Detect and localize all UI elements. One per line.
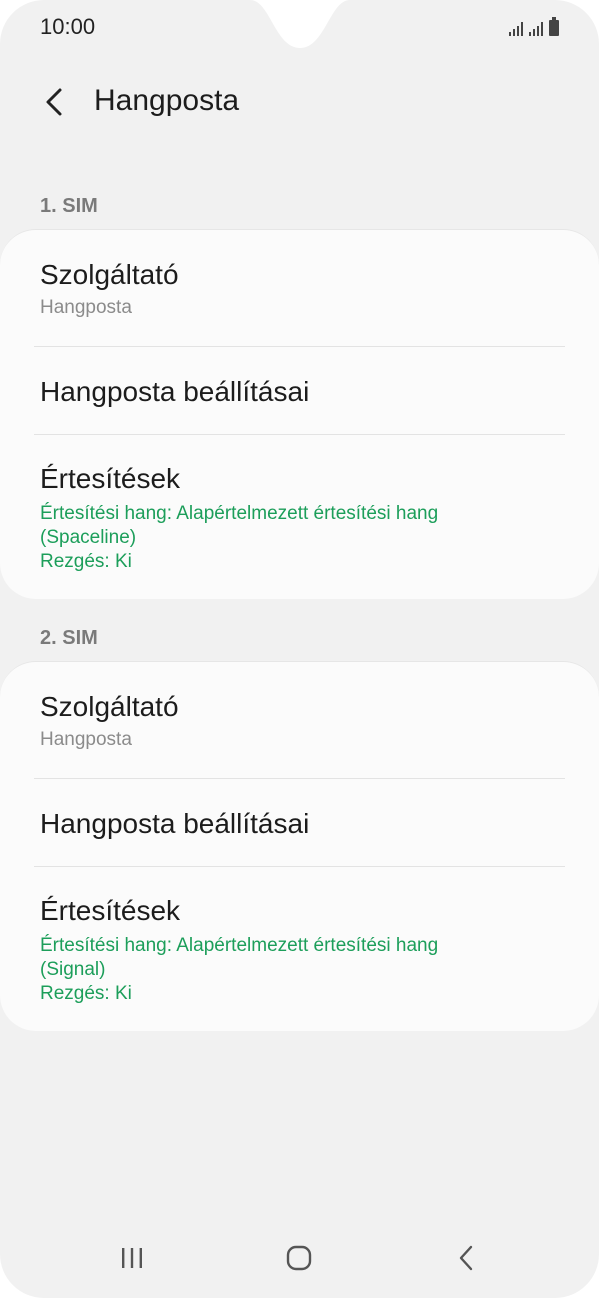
status-icons xyxy=(509,17,559,36)
sim2-provider-item[interactable]: Szolgáltató Hangposta xyxy=(0,662,599,778)
sim1-notification-sound-name: (Spaceline) xyxy=(40,527,137,548)
phone-screen: 10:00 Hangposta 1. SIM Szolgáltató Hangp… xyxy=(0,0,599,1298)
navigation-bar xyxy=(0,1220,599,1298)
sim1-notifications-item[interactable]: Értesítések Értesítési hang: Alapértelme… xyxy=(0,435,599,574)
sim2-notification-sound-name: (Signal) xyxy=(40,959,106,980)
sim2-notification-sound: Értesítési hang: Alapértelmezett értesít… xyxy=(40,935,439,956)
back-button[interactable] xyxy=(36,82,72,122)
sim2-notifications-item[interactable]: Értesítések Értesítési hang: Alapértelme… xyxy=(0,867,599,1006)
chevron-left-icon xyxy=(46,88,62,116)
sim1-card: Szolgáltató Hangposta Hangposta beállítá… xyxy=(0,229,599,599)
sim2-voicemail-settings-item[interactable]: Hangposta beállításai xyxy=(0,779,599,866)
status-time: 10:00 xyxy=(40,14,96,39)
status-bar: 10:00 xyxy=(0,0,599,56)
sim2-card: Szolgáltató Hangposta Hangposta beállítá… xyxy=(0,661,599,1031)
sim2-provider-value: Hangposta xyxy=(40,729,132,750)
section-label-sim2: 2. SIM xyxy=(40,627,98,649)
sim1-provider-title: Szolgáltató xyxy=(40,259,179,290)
sim2-voicemail-settings-title: Hangposta beállításai xyxy=(40,808,310,839)
sim1-provider-value: Hangposta xyxy=(40,297,132,318)
recents-button[interactable] xyxy=(108,1238,156,1278)
sim2-notifications-details: Értesítési hang: Alapértelmezett értesít… xyxy=(40,934,559,1006)
battery-icon xyxy=(549,17,559,36)
sim1-voicemail-settings-item[interactable]: Hangposta beállításai xyxy=(0,347,599,434)
section-label-sim1: 1. SIM xyxy=(40,195,98,217)
sim1-vibration: Rezgés: Ki xyxy=(40,551,132,572)
signal-icon xyxy=(509,20,523,36)
nav-back-button[interactable] xyxy=(442,1238,490,1278)
nav-back-icon xyxy=(459,1245,473,1271)
camera-notch xyxy=(250,0,350,48)
sim1-notifications-details: Értesítési hang: Alapértelmezett értesít… xyxy=(40,502,559,574)
sim1-notification-sound: Értesítési hang: Alapértelmezett értesít… xyxy=(40,503,439,524)
sim2-vibration: Rezgés: Ki xyxy=(40,983,132,1004)
home-icon xyxy=(286,1245,312,1271)
app-header: Hangposta xyxy=(0,72,599,132)
sim1-provider-item[interactable]: Szolgáltató Hangposta xyxy=(0,230,599,346)
sim2-notifications-title: Értesítések xyxy=(40,895,181,926)
home-button[interactable] xyxy=(275,1238,323,1278)
signal-icon xyxy=(529,20,543,36)
sim2-provider-title: Szolgáltató xyxy=(40,691,179,722)
sim1-voicemail-settings-title: Hangposta beállításai xyxy=(40,376,310,407)
recents-icon xyxy=(122,1248,142,1268)
sim1-notifications-title: Értesítések xyxy=(40,463,181,494)
page-title: Hangposta xyxy=(94,84,240,117)
